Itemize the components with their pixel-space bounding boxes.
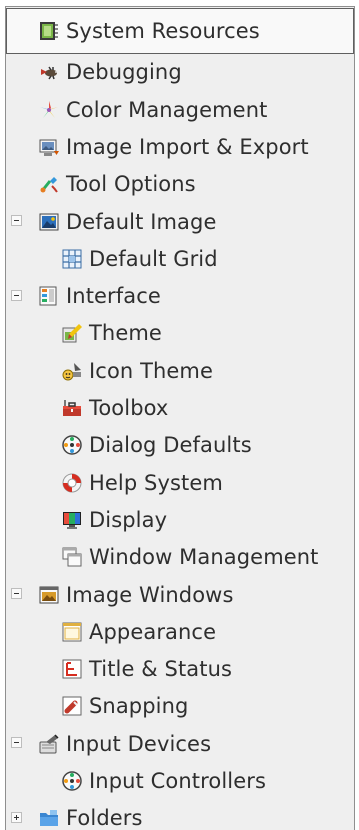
folders-icon [38, 807, 60, 829]
tree-item-label: Input Controllers [89, 769, 266, 793]
help-lifebuoy-icon [61, 472, 83, 494]
tree-item-label: Input Devices [66, 731, 212, 756]
tree-item-input-devices[interactable]: Input Devices [6, 725, 354, 762]
tree-item-tool-options[interactable]: Tool Options [6, 166, 354, 203]
tree-item-snapping[interactable]: Snapping [6, 688, 354, 725]
tree-item-system-resources[interactable]: System Resources [6, 7, 354, 54]
tree-item-label: Title & Status [89, 657, 233, 682]
input-controllers-icon [61, 770, 83, 792]
tree-item-label: Tool Options [66, 172, 196, 197]
tree-item-theme[interactable]: Theme [6, 315, 354, 352]
tree-item-appearance[interactable]: Appearance [6, 613, 354, 650]
tree-item-label: Dialog Defaults [89, 433, 252, 458]
tree-item-label: System Resources [66, 18, 260, 43]
tree-item-label: Debugging [66, 60, 182, 85]
theme-icon [61, 322, 83, 344]
tree-item-label: Color Management [66, 97, 268, 122]
expand-toggle[interactable] [11, 811, 22, 823]
tree-item-color-management[interactable]: Color Management [6, 91, 354, 128]
tree-item-label: Default Image [66, 209, 217, 234]
tree-item-label: Interface [66, 284, 161, 309]
tree-item-interface[interactable]: Interface [6, 278, 354, 315]
appearance-icon [61, 621, 83, 643]
collapse-toggle[interactable] [11, 289, 22, 301]
preferences-category-tree[interactable]: System Resources Debugging Color Managemen… [5, 6, 355, 830]
title-status-icon [61, 658, 83, 680]
tree-item-label: Theme [89, 321, 162, 346]
tree-item-icon-theme[interactable]: Icon Theme [6, 352, 354, 389]
tree-item-label: Icon Theme [89, 358, 214, 383]
collapse-toggle[interactable] [11, 588, 22, 599]
default-image-icon [38, 211, 60, 233]
grid-icon [61, 248, 83, 270]
tree-item-input-controllers[interactable]: Input Controllers [6, 763, 354, 800]
input-devices-icon [38, 733, 60, 755]
tree-item-label: Help System [89, 470, 223, 495]
tree-item-label: Appearance [89, 619, 217, 644]
tree-item-label: Toolbox [89, 396, 169, 420]
dialog-defaults-icon [61, 434, 83, 456]
tree-item-label: Window Management [89, 545, 319, 570]
debugging-bug-icon [38, 61, 60, 83]
tree-item-label: Display [89, 507, 168, 532]
window-management-icon [61, 546, 83, 568]
tree-item-display[interactable]: Display [6, 501, 354, 538]
tree-item-dialog-defaults[interactable]: Dialog Defaults [6, 427, 354, 464]
icon-theme-icon [61, 360, 83, 382]
tree-item-help-system[interactable]: Help System [6, 464, 354, 501]
image-windows-icon [38, 584, 60, 606]
tree-item-window-management[interactable]: Window Management [6, 539, 354, 576]
tree-item-default-image[interactable]: Default Image [6, 203, 354, 240]
tree-item-image-windows[interactable]: Image Windows [6, 576, 354, 613]
snapping-icon [61, 695, 83, 717]
tree-item-label: Image Windows [66, 582, 234, 607]
tree-item-label: Image Import & Export [66, 134, 309, 159]
tree-item-image-import-export[interactable]: Image Import & Export [6, 128, 354, 165]
collapse-toggle[interactable] [11, 215, 22, 226]
tree-item-folders[interactable]: Folders [6, 800, 354, 830]
display-monitor-icon [61, 509, 83, 531]
tree-item-title-status[interactable]: Title & Status [6, 651, 354, 688]
toolbox-icon [61, 397, 83, 419]
tree-item-label: Folders [66, 806, 143, 830]
tree-item-debugging[interactable]: Debugging [6, 54, 354, 91]
tree-item-default-grid[interactable]: Default Grid [6, 240, 354, 277]
tree-item-toolbox[interactable]: Toolbox [6, 390, 354, 427]
collapse-toggle[interactable] [11, 737, 22, 749]
tool-options-icon [38, 173, 60, 195]
image-import-export-icon [38, 136, 60, 158]
color-management-icon [38, 99, 60, 121]
tree-item-label: Default Grid [89, 246, 218, 271]
interface-icon [38, 285, 60, 307]
tree-item-label: Snapping [89, 694, 189, 719]
system-resources-icon [38, 20, 60, 42]
